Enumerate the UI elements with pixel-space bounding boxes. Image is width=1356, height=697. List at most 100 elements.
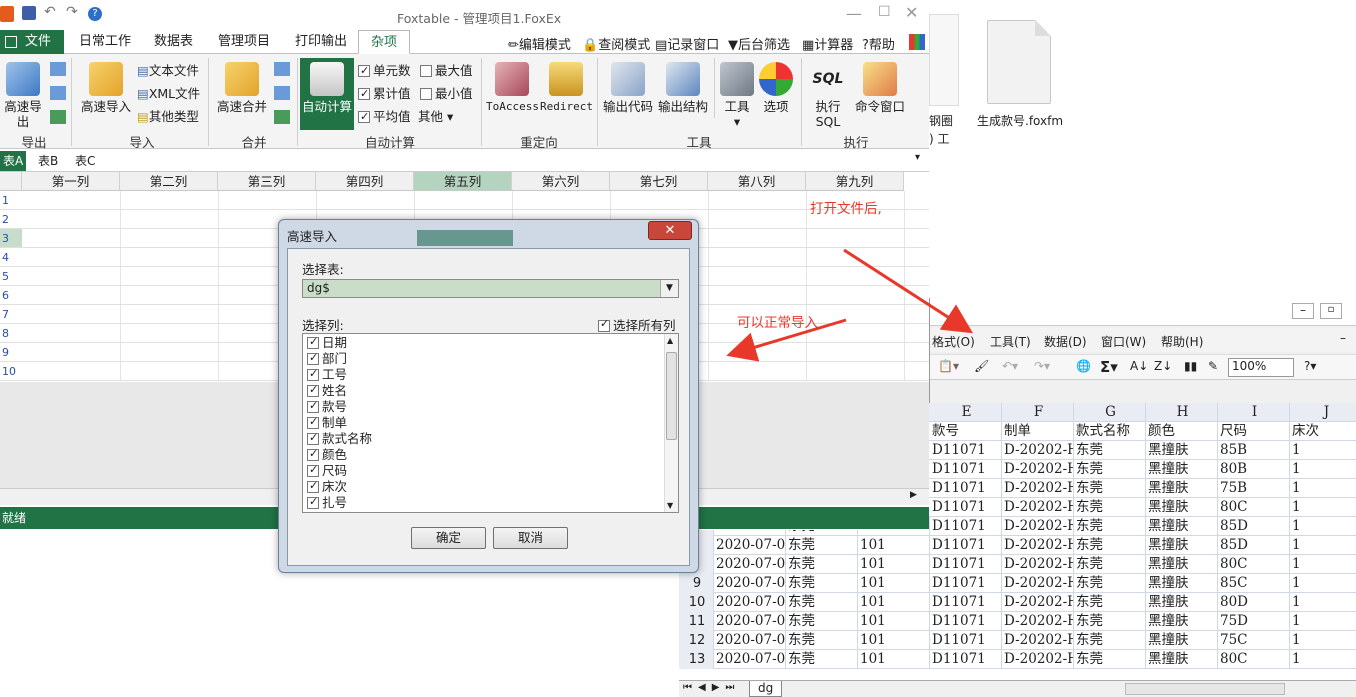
column-header[interactable]: 第七列 — [610, 172, 708, 191]
cell[interactable]: 1 — [1290, 631, 1356, 650]
cell[interactable]: 1 — [1290, 536, 1356, 555]
column-header[interactable]: 第三列 — [218, 172, 316, 191]
cell[interactable]: 1 — [1290, 460, 1356, 479]
hyperlink-icon[interactable]: 🌐 — [1076, 359, 1091, 373]
average-checkbox[interactable]: 平均值 — [358, 108, 411, 126]
sheet-tab-dg[interactable]: dg — [749, 681, 783, 697]
cancel-button[interactable]: 取消 — [493, 527, 568, 549]
row-number[interactable]: 13 — [679, 650, 714, 669]
ok-button[interactable]: 确定 — [411, 527, 486, 549]
max-value-checkbox[interactable]: 最大值 — [420, 62, 473, 80]
cell[interactable]: 101 — [858, 612, 930, 631]
cell[interactable]: D11071 — [930, 574, 1002, 593]
cell[interactable]: 2020-07-0 — [714, 612, 786, 631]
close-menu-icon[interactable]: – — [1340, 331, 1346, 345]
min-value-checkbox[interactable]: 最小值 — [420, 85, 473, 103]
output-code-button[interactable]: 输出代码 — [602, 62, 654, 114]
maximize-icon[interactable]: ☐ — [878, 4, 891, 20]
column-checkbox-item[interactable]: 日期 — [307, 334, 347, 351]
cell[interactable]: 东莞 — [1074, 612, 1146, 631]
cell[interactable]: 85B — [1218, 441, 1290, 460]
grid-corner[interactable] — [0, 172, 22, 191]
row-number[interactable]: 1 — [0, 191, 929, 210]
cell[interactable]: D11071 — [930, 612, 1002, 631]
cell[interactable]: D-20202-H — [1002, 498, 1074, 517]
column-header[interactable]: 第九列 — [806, 172, 904, 191]
cell[interactable]: 1 — [1290, 593, 1356, 612]
cell[interactable]: 101 — [858, 574, 930, 593]
row-number[interactable]: 10 — [679, 593, 714, 612]
cell[interactable]: 东莞 — [1074, 441, 1146, 460]
cell[interactable]: D-20202-H — [1002, 650, 1074, 669]
cell[interactable]: 款号 — [930, 422, 1002, 441]
cell[interactable]: 80C — [1218, 650, 1290, 669]
cell[interactable]: D11071 — [930, 517, 1002, 536]
cumulative-checkbox[interactable]: 累计值 — [358, 85, 411, 103]
cell[interactable]: 101 — [858, 555, 930, 574]
zoom-select[interactable]: 100% — [1228, 358, 1294, 377]
column-header[interactable]: 第四列 — [316, 172, 414, 191]
cell[interactable]: 东莞 — [786, 631, 858, 650]
fast-export-button[interactable]: 高速导出 — [0, 62, 46, 129]
col-header-g[interactable]: G — [1074, 403, 1146, 422]
command-window-button[interactable]: 命令窗口 — [854, 62, 906, 114]
unit-value-checkbox[interactable]: 单元数 — [358, 62, 411, 80]
table-row[interactable]: 13 2020-07-0 东莞 101 D11071 D-20202-H 东莞 黑撞肤 80C 1 — [679, 650, 1356, 669]
cell[interactable]: D-20202-H — [1002, 612, 1074, 631]
cell[interactable]: 2020-07-0 — [714, 536, 786, 555]
col-header-f[interactable]: F — [1002, 403, 1074, 422]
cell[interactable]: 101 — [858, 650, 930, 669]
cell[interactable]: 制单 — [1002, 422, 1074, 441]
cell[interactable]: 101 — [858, 631, 930, 650]
column-header[interactable]: 第一列 — [22, 172, 120, 191]
cell[interactable]: 黑撞肤 — [1146, 593, 1218, 612]
cell[interactable]: 85C — [1218, 574, 1290, 593]
exec-sql-button[interactable]: SQL 执行SQL — [804, 62, 852, 129]
cell[interactable]: 东莞 — [786, 555, 858, 574]
app-icon[interactable] — [0, 6, 14, 22]
column-checkbox-item[interactable]: 制单 — [307, 414, 347, 431]
cell[interactable]: 床次 — [1290, 422, 1356, 441]
cell[interactable]: 东莞 — [1074, 517, 1146, 536]
column-checkbox-item[interactable]: 扎号 — [307, 494, 347, 511]
sum-icon[interactable]: Σ▾ — [1100, 358, 1118, 376]
column-checkbox-item[interactable]: 床次 — [307, 478, 347, 495]
export-small-icon-2[interactable] — [50, 86, 66, 100]
column-checkbox-item[interactable]: 工号 — [307, 366, 347, 383]
cell[interactable]: D-20202-H — [1002, 574, 1074, 593]
output-structure-button[interactable]: 输出结构 — [656, 62, 710, 114]
cell[interactable]: D-20202-H — [1002, 536, 1074, 555]
auto-calc-button[interactable]: 自动计算 — [300, 58, 354, 130]
cell[interactable]: 东莞 — [1074, 555, 1146, 574]
cell[interactable]: 黑撞肤 — [1146, 441, 1218, 460]
column-checkbox-item[interactable]: 部门 — [307, 350, 347, 367]
minimize-icon[interactable]: – — [1292, 303, 1314, 319]
fast-merge-button[interactable]: 高速合并 — [214, 62, 270, 114]
cell[interactable]: 75C — [1218, 631, 1290, 650]
view-mode-button[interactable]: 🔒查阅模式 — [582, 34, 650, 53]
cell[interactable]: 东莞 — [1074, 479, 1146, 498]
close-button[interactable]: ✕ — [648, 221, 692, 240]
cell[interactable]: 东莞 — [786, 574, 858, 593]
select-all-checkbox[interactable]: 选择所有列 — [598, 315, 676, 334]
column-header[interactable]: 第六列 — [512, 172, 610, 191]
cell[interactable]: 尺码 — [1218, 422, 1290, 441]
cell[interactable]: D11071 — [930, 593, 1002, 612]
cell[interactable]: 1 — [1290, 612, 1356, 631]
cell[interactable]: 东莞 — [786, 612, 858, 631]
cell[interactable]: 1 — [1290, 517, 1356, 536]
cell[interactable]: D-20202-H — [1002, 460, 1074, 479]
tabs-dropdown-icon[interactable]: ▾ — [915, 152, 920, 163]
cell[interactable]: 80D — [1218, 593, 1290, 612]
help-icon[interactable]: ?▾ — [1304, 359, 1316, 373]
undo-icon[interactable]: ↶▾ — [1002, 359, 1018, 373]
cell[interactable]: 黑撞肤 — [1146, 460, 1218, 479]
table-row[interactable]: 2020-07-0东莞101D11071D-20202-H东莞黑撞肤85D1 — [679, 536, 1356, 555]
file-icon-partial[interactable] — [929, 14, 959, 106]
tab-table-a[interactable]: 表A — [0, 151, 27, 171]
cell[interactable]: 1 — [1290, 498, 1356, 517]
calculator-button[interactable]: ▦计算器 — [802, 34, 853, 53]
cell[interactable]: 2020-07-0 — [714, 593, 786, 612]
fast-import-button[interactable]: 高速导入 — [78, 62, 134, 114]
column-checkbox-item[interactable]: 款式名称 — [307, 430, 372, 447]
